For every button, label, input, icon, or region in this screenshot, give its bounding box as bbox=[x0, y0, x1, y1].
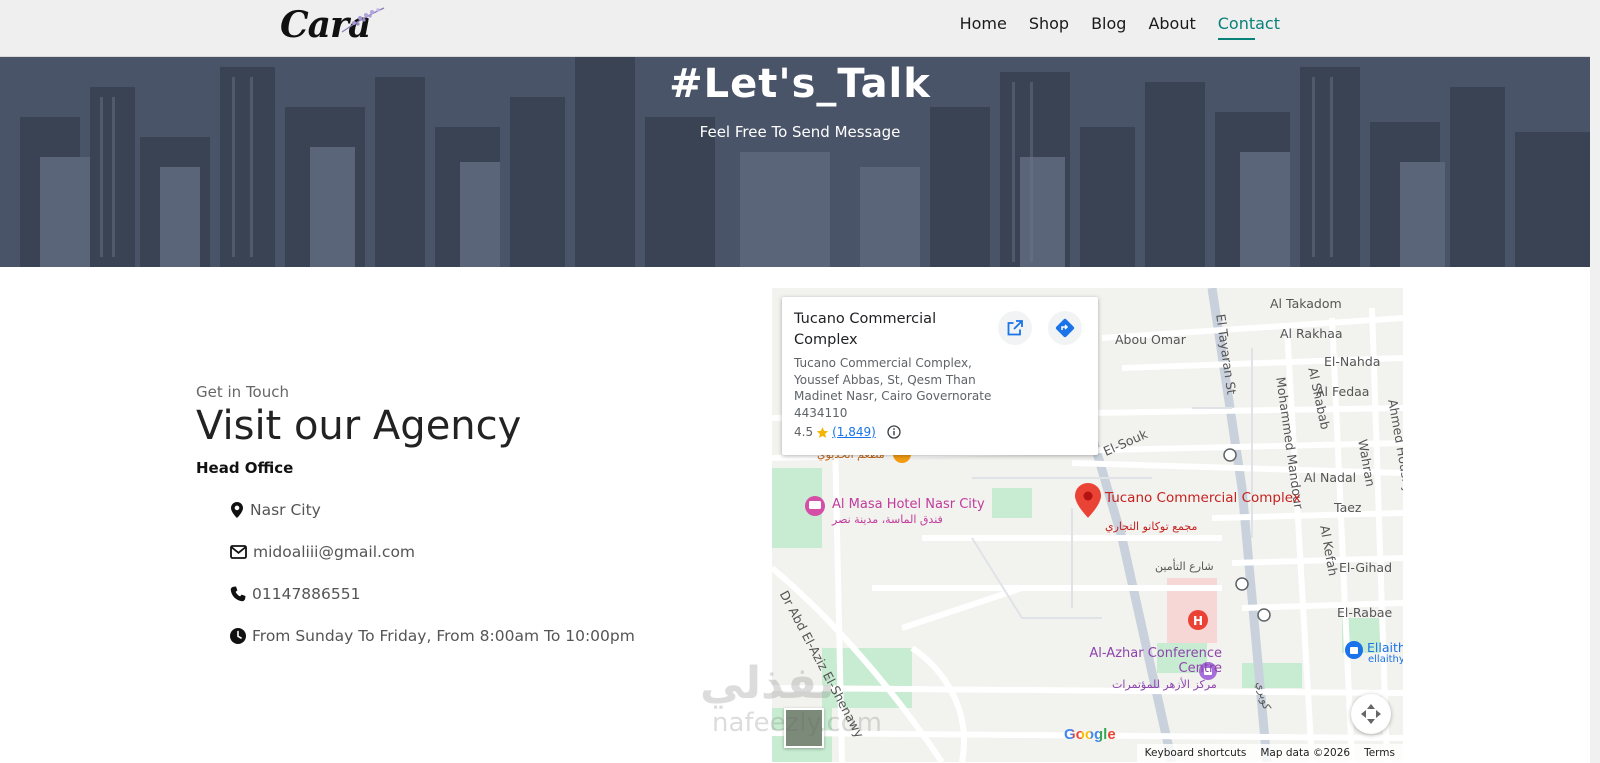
google-logo: Google bbox=[1064, 726, 1116, 743]
map-label: شارع التأمين bbox=[1155, 560, 1214, 573]
map-camera-control-button[interactable] bbox=[1351, 694, 1391, 734]
clock-icon bbox=[230, 628, 246, 644]
map-label: Al Takadom bbox=[1270, 296, 1342, 311]
main-nav: Home Shop Blog About Contact bbox=[960, 14, 1280, 40]
site-header: Cara Home Shop Blog About Contact bbox=[0, 0, 1600, 57]
map-label: El-Rabae bbox=[1337, 605, 1393, 620]
google-logo-text: Google bbox=[1064, 726, 1116, 743]
place-title: Tucano Commercial Complex bbox=[794, 311, 937, 348]
hero-subtitle: Feel Free To Send Message bbox=[699, 123, 901, 141]
envelope-icon bbox=[230, 545, 247, 559]
logo[interactable]: Cara bbox=[280, 4, 390, 52]
place-rating: 4.5 (1,849) bbox=[794, 425, 901, 439]
google-map-embed[interactable]: H Al Takadom Al Rakhaa Abou Omar El Taya… bbox=[772, 288, 1403, 762]
star-icon bbox=[816, 426, 829, 438]
reviews-link[interactable]: (1,849) bbox=[832, 425, 876, 439]
nav-about[interactable]: About bbox=[1148, 14, 1195, 37]
contact-details: Get in Touch Visit our Agency Head Offic… bbox=[196, 383, 716, 657]
contact-item-phone: 01147886551 bbox=[230, 573, 716, 615]
contact-item-text: Nasr City bbox=[250, 501, 321, 519]
map-attribution: Keyboard shortcuts Map data ©2026 Terms bbox=[1136, 744, 1403, 762]
map-label: Al Nadal bbox=[1304, 470, 1357, 485]
map-label[interactable]: Al Masa Hotel Nasr City bbox=[832, 497, 985, 512]
contact-item-text: midoaliii@gmail.com bbox=[253, 543, 416, 561]
nav-contact[interactable]: Contact bbox=[1217, 14, 1280, 40]
phone-icon bbox=[230, 586, 246, 602]
visit-agency-title: Visit our Agency bbox=[196, 403, 522, 449]
map-data-text: Map data ©2026 bbox=[1260, 747, 1351, 759]
contact-item-hours: From Sunday To Friday, From 8:00am To 10… bbox=[230, 615, 716, 657]
map-label: مركز الأزهر للمؤتمرات bbox=[1112, 678, 1217, 691]
directions-button[interactable] bbox=[1048, 311, 1082, 345]
street-view-thumbnail[interactable] bbox=[784, 708, 824, 748]
place-info-card: Tucano Commercial Complex Tucano Commerc… bbox=[782, 297, 1098, 455]
page-scrollbar[interactable] bbox=[1590, 0, 1600, 763]
lavender-sprig-icon bbox=[341, 7, 385, 33]
map-label: Taez bbox=[1334, 500, 1362, 515]
hero-title: #Let's_Talk bbox=[669, 61, 931, 107]
directions-icon bbox=[1055, 318, 1075, 338]
hero-banner: #Let's_Talk Feel Free To Send Message bbox=[0, 57, 1600, 267]
contact-item-text: 01147886551 bbox=[252, 585, 361, 603]
contact-item-location: Nasr City bbox=[230, 489, 716, 531]
map-label: مجمع توكانو التجاري bbox=[1105, 520, 1198, 533]
keyboard-shortcuts-link[interactable]: Keyboard shortcuts bbox=[1145, 747, 1247, 759]
contact-item-email: midoaliii@gmail.com bbox=[230, 531, 716, 573]
map-label: Al Rakhaa bbox=[1280, 326, 1343, 341]
terms-link[interactable]: Terms bbox=[1364, 747, 1395, 759]
place-address: Tucano Commercial Complex, Youssef Abbas… bbox=[794, 356, 992, 420]
map-label: Al Fedaa bbox=[1316, 384, 1370, 399]
contact-info-list: Nasr City midoaliii@gmail.com 0114788655… bbox=[196, 489, 716, 657]
map-label[interactable]: Al-Azhar Conference Centre bbox=[1072, 646, 1222, 676]
external-link-icon bbox=[1007, 320, 1023, 336]
svg-text:H: H bbox=[1193, 614, 1203, 628]
map-label: El-Nahda bbox=[1324, 354, 1381, 369]
open-in-maps-button[interactable] bbox=[998, 311, 1032, 345]
info-icon[interactable] bbox=[887, 425, 901, 439]
nav-home[interactable]: Home bbox=[960, 14, 1007, 37]
nav-shop[interactable]: Shop bbox=[1029, 14, 1069, 37]
map-label[interactable]: Tucano Commercial Complex bbox=[1105, 490, 1301, 506]
map-marker-icon bbox=[231, 502, 243, 518]
map-label: ellaithy bbox=[1368, 654, 1403, 665]
map-label: El-Gihad bbox=[1339, 560, 1393, 575]
rating-value: 4.5 bbox=[794, 425, 814, 439]
map-label: Abou Omar bbox=[1115, 332, 1186, 347]
move-arrows-icon bbox=[1361, 704, 1381, 724]
map-label: فندق الماسة، مدينة نصر bbox=[832, 513, 943, 526]
contact-item-text: From Sunday To Friday, From 8:00am To 10… bbox=[252, 627, 635, 645]
head-office-label: Head Office bbox=[196, 459, 294, 477]
nav-blog[interactable]: Blog bbox=[1091, 14, 1126, 37]
map-label: Ellaith bbox=[1367, 640, 1403, 655]
get-in-touch-kicker: Get in Touch bbox=[196, 383, 289, 401]
